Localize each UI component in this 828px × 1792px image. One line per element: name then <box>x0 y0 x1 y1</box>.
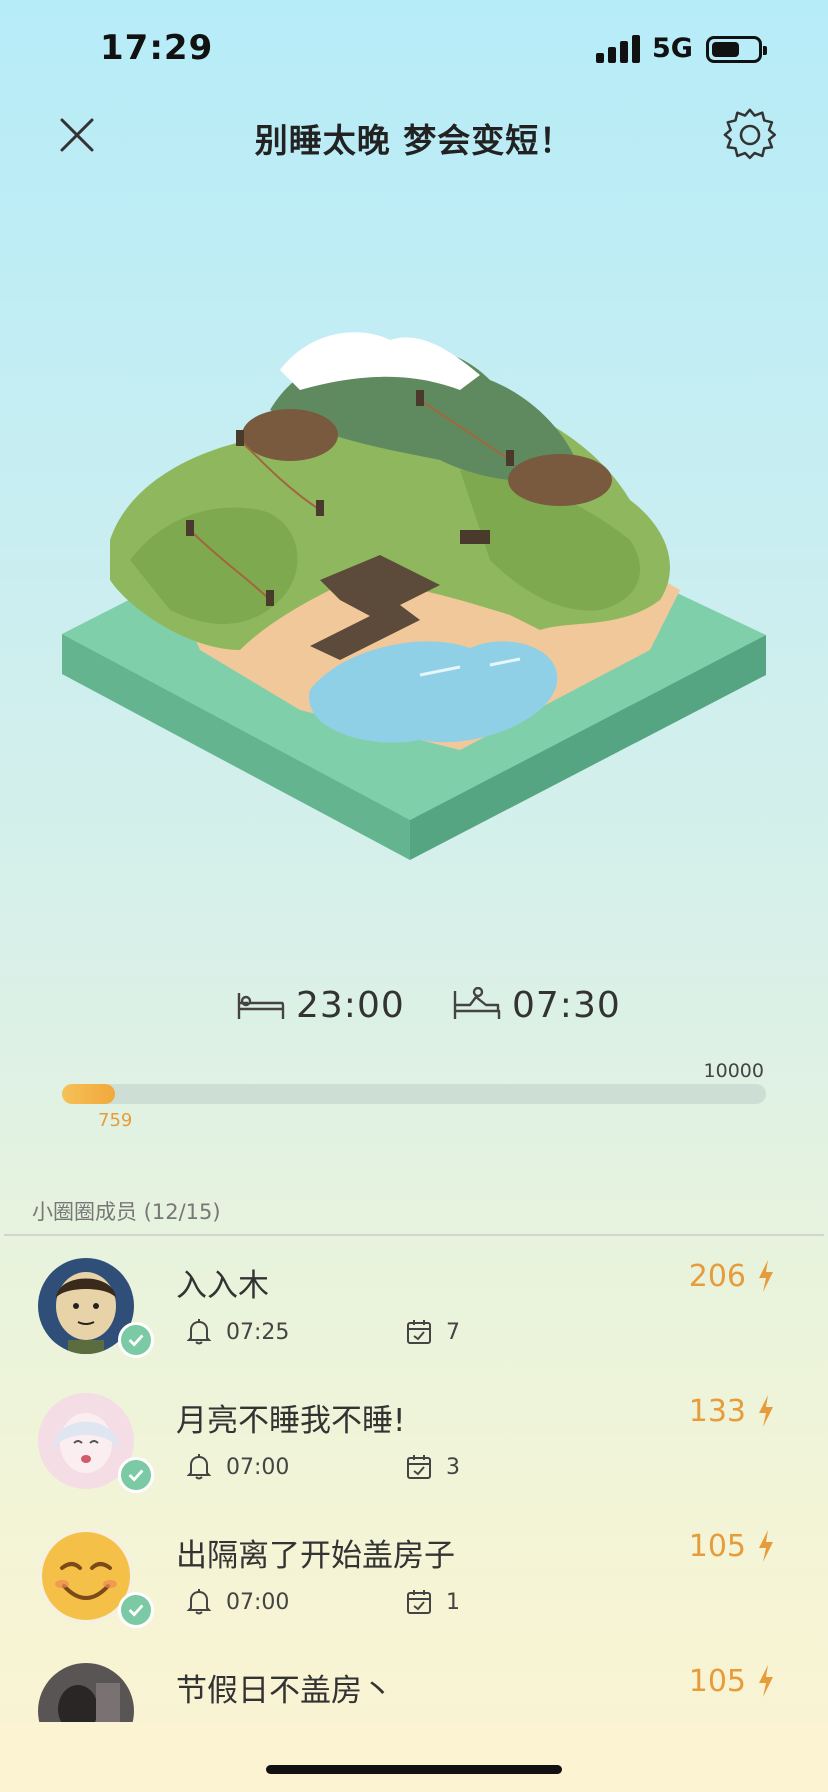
member-name: 入入木 <box>176 1268 269 1304</box>
member-score: 105 <box>689 1528 776 1564</box>
days-count: 1 <box>446 1589 460 1615</box>
status-bar: 17:29 5G <box>0 0 828 100</box>
bell-icon <box>186 1454 212 1480</box>
status-time: 17:29 <box>100 28 214 68</box>
score-value: 105 <box>688 1528 746 1564</box>
progress-bar <box>62 1084 766 1104</box>
bottom-area <box>0 1722 828 1792</box>
verified-badge <box>118 1457 154 1493</box>
bed-icon <box>237 993 285 1019</box>
home-indicator[interactable] <box>266 1765 562 1774</box>
member-row[interactable]: 入入木 206 07:25 7 <box>0 1250 828 1385</box>
bell-icon <box>186 1319 212 1345</box>
lightning-icon <box>759 1530 773 1562</box>
network-type: 5G <box>652 33 693 64</box>
score-value: 133 <box>688 1393 746 1429</box>
calendar-check-icon <box>407 1590 431 1614</box>
alarm-time: 07:25 <box>226 1319 290 1345</box>
alarm-time: 07:00 <box>226 1454 290 1480</box>
member-days: 1 <box>406 1588 460 1616</box>
progress-max: 10000 <box>703 1060 764 1082</box>
member-score: 206 <box>689 1258 776 1294</box>
progress-current: 759 <box>98 1110 133 1131</box>
wake-up-icon <box>453 987 501 1019</box>
lightning-icon <box>759 1395 773 1427</box>
member-alarm: 07:25 <box>186 1318 289 1346</box>
lightning-icon <box>759 1665 773 1697</box>
member-name: 节假日不盖房丶 <box>176 1673 393 1709</box>
member-row[interactable]: 出隔离了开始盖房子 105 07:00 1 <box>0 1520 828 1655</box>
island-illustration <box>40 330 800 880</box>
bell-icon <box>186 1589 212 1615</box>
member-name: 月亮不睡我不睡! <box>176 1403 406 1439</box>
signal-icon <box>596 35 640 63</box>
member-name: 出隔离了开始盖房子 <box>176 1538 455 1574</box>
calendar-check-icon <box>407 1455 431 1479</box>
days-count: 3 <box>446 1454 460 1480</box>
progress-fill <box>62 1084 116 1104</box>
member-alarm: 07:00 <box>186 1453 289 1481</box>
member-alarm: 07:00 <box>186 1588 289 1616</box>
member-score: 105 <box>689 1663 776 1699</box>
battery-icon <box>706 36 767 63</box>
bedtime[interactable]: 23:00 <box>236 975 405 1035</box>
divider <box>4 1234 824 1236</box>
gear-icon[interactable] <box>722 106 778 162</box>
score-value: 105 <box>688 1663 746 1699</box>
score-value: 206 <box>688 1258 746 1294</box>
verified-badge <box>118 1322 154 1358</box>
sleep-schedule: 23:00 07:30 <box>0 975 828 1035</box>
lightning-icon <box>759 1260 773 1292</box>
verified-badge <box>118 1592 154 1628</box>
bedtime-value: 23:00 <box>296 984 405 1026</box>
page-title: 别睡太晚 梦会变短！ <box>254 121 574 160</box>
member-row[interactable]: 月亮不睡我不睡! 133 07:00 3 <box>0 1385 828 1520</box>
members-label: 小圈圈成员 (12/15) <box>32 1200 221 1224</box>
alarm-time: 07:00 <box>226 1589 290 1615</box>
member-score: 133 <box>689 1393 776 1429</box>
wake-time[interactable]: 07:30 <box>452 975 621 1035</box>
wake-time-value: 07:30 <box>512 984 621 1026</box>
header: 别睡太晚 梦会变短！ <box>0 100 828 170</box>
member-days: 3 <box>406 1453 460 1481</box>
settings-button[interactable] <box>722 106 778 162</box>
member-days: 7 <box>406 1318 460 1346</box>
calendar-check-icon <box>407 1320 431 1344</box>
days-count: 7 <box>446 1319 460 1345</box>
